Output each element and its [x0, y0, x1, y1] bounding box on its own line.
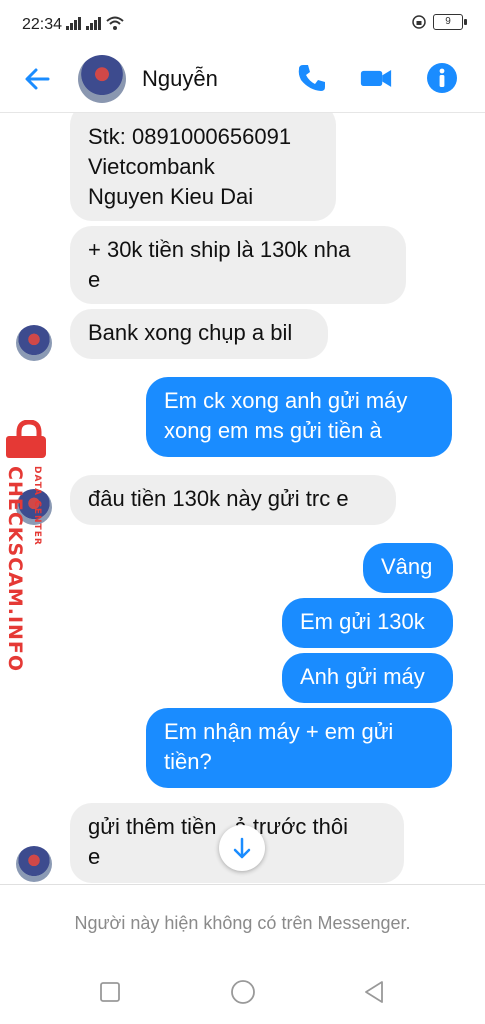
message-text: Vietcombank [88, 154, 215, 179]
back-arrow-icon[interactable] [22, 64, 52, 94]
message-text: Em gửi 130k [300, 609, 425, 634]
message-bubble-sent[interactable]: Em gửi 130k [282, 598, 453, 648]
arrow-down-icon [233, 837, 251, 859]
message-bubble-sent[interactable]: Vâng [363, 543, 453, 593]
sender-avatar[interactable] [16, 846, 52, 882]
message-text: Em nhận máy + em gửi [164, 719, 394, 744]
sender-avatar[interactable] [16, 325, 52, 361]
video-camera-icon[interactable] [360, 62, 392, 94]
message-text: Vâng [381, 554, 433, 579]
chat-header: Nguyễn [0, 50, 485, 113]
signal-icon [66, 17, 81, 30]
battery-icon: 9 [433, 14, 467, 30]
message-text: đâu tiền 130k này gửi trc e [88, 486, 349, 511]
back-icon[interactable] [362, 979, 388, 1005]
message-bubble-sent[interactable]: Em ck xong anh gửi máy xong em ms gửi ti… [146, 377, 452, 457]
unavailable-notice: Người này hiện không có trên Messenger. [0, 884, 485, 965]
status-time: 22:34 [22, 16, 63, 33]
contact-avatar[interactable] [78, 55, 126, 103]
message-text: Anh gửi máy [300, 664, 425, 689]
message-text: tiền? [164, 749, 212, 774]
message-bubble-sent[interactable]: Em nhận máy + em gửi tiền? [146, 708, 452, 788]
info-icon[interactable] [426, 62, 458, 94]
system-navigation-bar [0, 964, 485, 1024]
message-text: Bank xong chụp a bil [88, 320, 293, 345]
checkscam-watermark: CHECKSCAM.INFO DATA CENTER [2, 420, 52, 672]
watermark-brand: CHECKSCAM.INFO [4, 466, 26, 673]
message-text: xong em ms gửi tiền à [164, 418, 382, 443]
message-bubble-sent[interactable]: Anh gửi máy [282, 653, 453, 703]
message-text: Nguyen Kieu Dai [88, 184, 254, 209]
home-icon[interactable] [229, 978, 257, 1006]
message-text: Em ck xong anh gửi máy [164, 388, 408, 413]
status-right: 9 [411, 14, 467, 30]
alarm-icon [412, 15, 426, 29]
lock-icon [6, 420, 46, 458]
message-text: e [88, 267, 101, 292]
watermark-subtitle: DATA CENTER [32, 466, 42, 546]
scroll-to-bottom-button[interactable] [219, 825, 265, 871]
message-bubble-received[interactable]: Stk: 0891000656091 Vietcombank Nguyen Ki… [70, 113, 336, 221]
contact-name[interactable]: Nguyễn [142, 66, 218, 92]
message-text: Stk: 0891000656091 [88, 124, 292, 149]
recent-apps-icon[interactable] [98, 980, 122, 1004]
message-list[interactable]: Stk: 0891000656091 Vietcombank Nguyen Ki… [0, 113, 485, 883]
message-bubble-received[interactable]: Bank xong chụp a bil [70, 309, 328, 359]
phone-icon[interactable] [296, 62, 328, 94]
message-bubble-received[interactable]: đâu tiền 130k này gửi trc e [70, 475, 396, 525]
message-text: + 30k tiền ship là 130k nha [88, 237, 351, 262]
message-bubble-received[interactable]: + 30k tiền ship là 130k nha e [70, 226, 406, 304]
wifi-icon [106, 16, 124, 30]
status-bar: 22:34 9 [0, 0, 485, 50]
signal-icon [86, 17, 101, 30]
